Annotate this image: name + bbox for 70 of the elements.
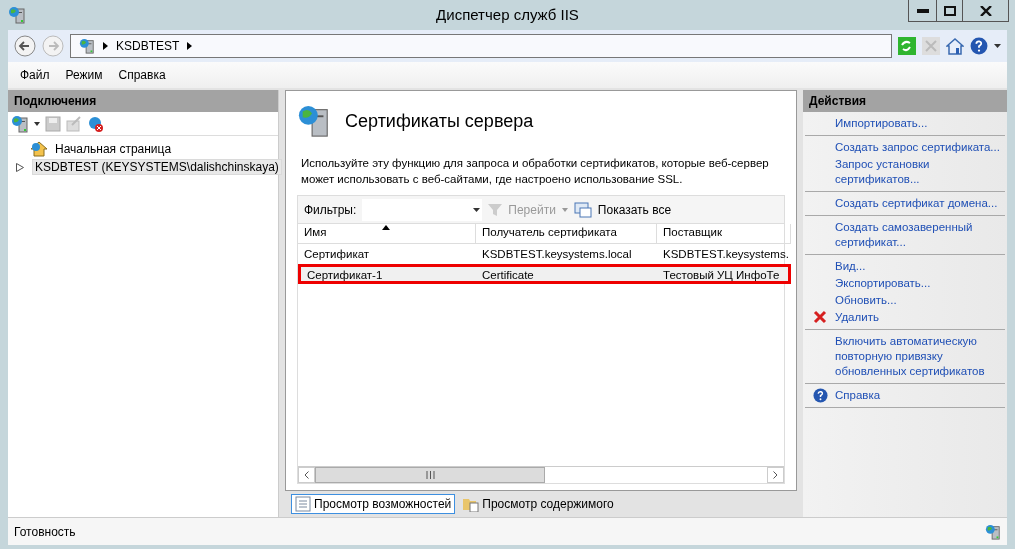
horizontal-scrollbar[interactable] [298,466,784,483]
view-tab[interactable]: Просмотр содержимого [459,494,618,514]
action-link[interactable]: Обновить... [835,293,897,308]
action-link[interactable]: Экспортировать... [835,276,931,291]
close-icon [979,5,992,16]
back-button[interactable] [14,35,36,57]
help-icon [812,388,828,403]
dropdown-caret-icon[interactable] [34,121,40,126]
server-icon [985,523,1001,540]
connect-icon [11,114,29,133]
table-cell-text: Сертификат [303,247,371,262]
home-icon [30,141,48,157]
window-title: Диспетчер служб IIS [435,6,580,23]
panel-header: Действия [803,90,1007,112]
disconnect-icon[interactable] [87,114,105,133]
dropdown-caret-icon[interactable] [994,44,1001,48]
minimize-button[interactable] [908,0,937,22]
table-cell: Certificate [476,264,657,284]
grip-icon [425,471,435,479]
funnel-icon [488,202,503,217]
app-icon [8,6,26,24]
description-text: Используйте эту функцию для запроса и обработки сертификатов, которые веб-сервер может использовать с веб-сайтами, где настроено использование SSL. [301,156,770,187]
scroll-right-icon[interactable] [773,471,778,479]
home-icon[interactable] [946,37,964,55]
column-header[interactable]: Получатель сертификата [476,224,657,244]
action-link[interactable]: Создать самозаверенный сертификат... [835,220,1005,250]
action-link[interactable]: Справка [835,388,881,403]
scroll-left-icon[interactable] [304,471,309,479]
view-tab[interactable]: Просмотр возможностей [291,494,456,514]
table-cell-text: KSDBTEST.keysystems.local [481,247,633,262]
action-link[interactable]: Запрос установки сертификатов... [835,157,1005,187]
dropdown-caret-icon[interactable] [473,207,481,212]
action-link[interactable]: Создать сертификат домена... [835,196,998,211]
breadcrumb-arrow-icon [187,42,193,50]
expand-icon[interactable] [16,162,24,172]
address-field[interactable]: KSDBTEST [70,34,892,58]
breadcrumb-arrow-icon [103,42,108,50]
table-cell: Тестовый УЦ ИнфоТе [657,264,791,284]
status-text: Готовность [14,524,76,539]
action-link[interactable]: Включить автоматическую повторную привязку обновленных сертификатов [835,334,1005,379]
maximize-icon [943,5,956,16]
delete-icon [813,310,827,324]
minimize-icon [916,8,929,13]
breadcrumb-item[interactable]: KSDBTEST [116,39,180,53]
server-icon [297,104,331,138]
close-button[interactable] [962,0,1009,22]
filter-field[interactable] [362,198,483,221]
menu-item[interactable]: Режим [59,66,109,84]
action-link[interactable]: Вид... [835,259,866,274]
table-cell: Сертификат-1 [298,264,476,284]
tree-item[interactable]: Начальная страница [52,141,175,157]
column-header[interactable]: Имя [298,224,476,244]
help-icon[interactable] [970,37,988,55]
filter-label: Фильтры: [304,202,357,217]
page-title: Сертификаты сервера [345,110,534,132]
menu-item[interactable]: Справка [112,66,172,84]
show-all-icon [573,201,592,218]
column-header[interactable]: Поставщик [657,224,791,244]
show-all-button[interactable]: Показать все [597,202,672,217]
folder-document-icon [463,496,480,512]
action-link[interactable]: Импортировать... [835,116,928,131]
refresh-icon[interactable] [898,37,916,55]
action-link[interactable]: Создать запрос сертификата... [835,140,1000,155]
panel-header: Подключения [8,90,278,112]
list-view-icon [295,496,311,512]
tree-item[interactable]: KSDBTEST (KEYSYSTEMS\dalishchinskaya) [32,159,282,175]
menu-item[interactable]: Файл [14,66,56,84]
server-icon [79,38,95,54]
table-cell-text: KSDBTEST.keysystems. [662,247,790,262]
action-link[interactable]: Удалить [835,310,879,325]
